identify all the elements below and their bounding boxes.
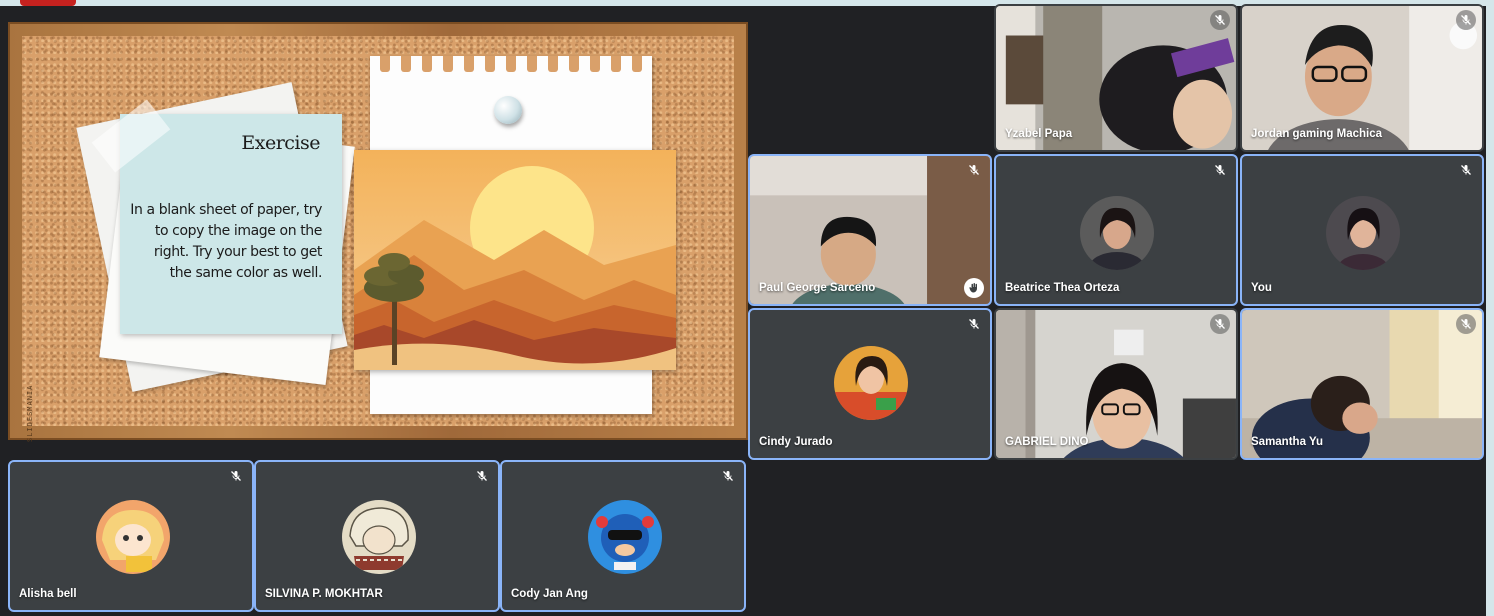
participant-tile[interactable]: Cody Jan Ang bbox=[500, 460, 746, 612]
slide-credit: SLIDESMANIA bbox=[26, 384, 34, 442]
mic-off-icon bbox=[720, 468, 736, 484]
participant-name: GABRIEL DINO bbox=[1005, 436, 1089, 448]
mic-off-icon bbox=[966, 316, 982, 332]
mic-off-icon bbox=[1456, 314, 1476, 334]
avatar bbox=[96, 500, 170, 574]
participant-tile[interactable]: Paul George Sarceno bbox=[748, 154, 992, 306]
mic-off-icon bbox=[1456, 10, 1476, 30]
notepad-teeth bbox=[380, 56, 642, 78]
participant-name: Yzabel Papa bbox=[1005, 128, 1073, 140]
participant-tile[interactable]: You bbox=[1240, 154, 1484, 306]
participant-tile[interactable]: Jordan gaming Machica bbox=[1240, 4, 1484, 152]
mic-off-icon bbox=[1210, 314, 1230, 334]
sticky-note: Exercise In a blank sheet of paper, try … bbox=[120, 114, 342, 334]
right-strip bbox=[1486, 0, 1494, 616]
note-text: In a blank sheet of paper, try to copy t… bbox=[130, 202, 322, 281]
participant-tile[interactable]: SILVINA P. MOKHTAR bbox=[254, 460, 500, 612]
pushpin-icon bbox=[494, 96, 522, 124]
mic-off-icon bbox=[228, 468, 244, 484]
raised-hand-icon bbox=[964, 278, 984, 298]
presentation-slide[interactable]: SLIDESMANIA Exercise In a blank sheet of… bbox=[8, 22, 748, 442]
mic-off-icon bbox=[1212, 162, 1228, 178]
avatar bbox=[1326, 196, 1400, 270]
participant-name: SILVINA P. MOKHTAR bbox=[265, 588, 383, 600]
avatar bbox=[1080, 196, 1154, 270]
participant-tile[interactable]: GABRIEL DINO bbox=[994, 308, 1238, 460]
mic-off-icon bbox=[1210, 10, 1230, 30]
participant-tile[interactable]: Beatrice Thea Orteza bbox=[994, 154, 1238, 306]
mic-off-icon bbox=[966, 162, 982, 178]
participant-tile[interactable]: Yzabel Papa bbox=[994, 4, 1238, 152]
participant-name: Samantha Yu bbox=[1251, 436, 1324, 448]
participant-name: Cindy Jurado bbox=[759, 436, 833, 448]
mic-off-icon bbox=[1458, 162, 1474, 178]
participant-name: Alisha bell bbox=[19, 588, 77, 600]
participant-tile[interactable]: Alisha bell bbox=[8, 460, 254, 612]
mic-off-icon bbox=[474, 468, 490, 484]
participant-name: Beatrice Thea Orteza bbox=[1005, 282, 1120, 294]
participant-tile[interactable]: Cindy Jurado bbox=[748, 308, 992, 460]
participant-name: Paul George Sarceno bbox=[759, 282, 876, 294]
note-title: Exercise bbox=[241, 132, 320, 154]
avatar bbox=[342, 500, 416, 574]
avatar bbox=[588, 500, 662, 574]
recording-indicator bbox=[20, 0, 76, 6]
participant-name: Jordan gaming Machica bbox=[1251, 128, 1383, 140]
avatar bbox=[834, 346, 908, 420]
participant-name: Cody Jan Ang bbox=[511, 588, 588, 600]
participant-name: You bbox=[1251, 282, 1272, 294]
participant-tile[interactable]: Samantha Yu bbox=[1240, 308, 1484, 460]
sunset-landscape-image bbox=[354, 150, 676, 370]
